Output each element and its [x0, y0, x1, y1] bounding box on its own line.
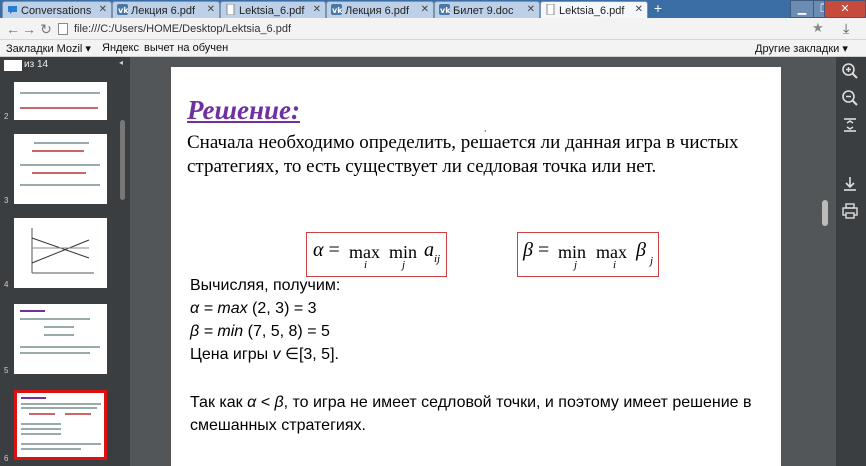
tab-lektsia[interactable]: Lektsia_6.pdf ✕ [220, 1, 326, 18]
tab-lektsia-active[interactable]: Lektsia_6.pdf ✕ [540, 1, 648, 19]
close-icon[interactable]: ✕ [313, 4, 321, 15]
page-icon [58, 23, 68, 35]
thumbnail-number: 4 [4, 280, 9, 289]
formula-lhs: α [313, 239, 324, 261]
thumbnail-page-5[interactable] [14, 304, 107, 374]
formula-sub1: j [574, 259, 578, 271]
close-icon[interactable]: ✕ [527, 4, 535, 15]
thumbnail-number: 6 [4, 454, 9, 463]
tab-bilet[interactable]: vk Билет 9.doc ✕ [434, 1, 540, 18]
tab-lecture-vk-2[interactable]: vk Лекция 6.pdf ✕ [326, 1, 434, 18]
formula-sub2: j [402, 259, 406, 271]
bookmark-vychet[interactable]: вычет на обучен [144, 42, 228, 54]
calc-alpha: α = max (2, 3) = 3 [190, 300, 317, 317]
formula-varsub: ij [434, 253, 441, 265]
formula-eq: = [537, 239, 550, 261]
forward-icon[interactable]: → [20, 20, 38, 38]
page-number-input[interactable] [4, 60, 22, 71]
fit-page-icon[interactable] [838, 116, 862, 140]
tab-label: Lektsia_6.pdf [239, 5, 305, 17]
download-icon[interactable] [838, 175, 862, 199]
bookmark-folder[interactable]: Закладки Mozil ▾ [6, 42, 91, 55]
formula-beta: β = min max β j j i [517, 232, 659, 277]
calc-intro: Вычисляя, получим: [190, 277, 341, 294]
close-icon[interactable]: ✕ [421, 4, 429, 15]
tab-label: Билет 9.doc [453, 5, 514, 17]
download-icon[interactable]: ⤓ [843, 20, 849, 37]
page-icon [225, 3, 236, 16]
thumbnail-page-2[interactable] [14, 82, 107, 120]
tab-label: Conversations [21, 5, 92, 17]
formula-op1: min [558, 242, 587, 262]
vk-icon: vk [439, 4, 451, 15]
tab-conversations[interactable]: Conversations ✕ [2, 1, 112, 18]
thumbnail-page-3[interactable] [14, 134, 107, 204]
vk-icon: vk [117, 4, 129, 15]
chat-icon [7, 4, 18, 15]
minimize-icon[interactable]: ▁ [790, 0, 814, 18]
pdf-page: Решение: , Сначала необходимо определить… [171, 67, 781, 466]
window-close-icon[interactable]: ✕ [824, 0, 866, 18]
new-tab-icon[interactable]: + [648, 1, 668, 16]
close-icon[interactable]: ✕ [635, 4, 643, 15]
browser-toolbar: ← → ↻ file:///C:/Users/HOME/Desktop/Lekt… [0, 18, 866, 40]
tab-lecture-vk[interactable]: vk Лекция 6.pdf ✕ [112, 1, 220, 18]
svg-text:vk: vk [118, 6, 128, 15]
thumbnail-page-4[interactable] [14, 218, 107, 288]
address-bar[interactable]: file:///C:/Users/HOME/Desktop/Lektsia_6.… [56, 20, 826, 38]
formula-varsub: j [650, 255, 654, 267]
url-text: file:///C:/Users/HOME/Desktop/Lektsia_6.… [74, 23, 292, 35]
calculation-block: Вычисляя, получим: α = max (2, 3) = 3 β … [190, 274, 340, 366]
page-icon [545, 3, 556, 16]
formula-var: β [636, 239, 646, 261]
zoom-out-icon[interactable] [838, 89, 862, 113]
formula-sub1: i [364, 259, 368, 271]
chart-thumbnail [31, 228, 94, 274]
slide-paragraph: Сначала необходимо определить, решается … [187, 132, 739, 177]
thumbnail-page-6-selected[interactable] [14, 390, 107, 460]
thumbnail-number: 2 [4, 112, 9, 121]
thumbnail-number: 3 [4, 196, 9, 205]
other-bookmarks[interactable]: Другие закладки ▾ [755, 42, 848, 55]
conclusion: Так как α < β, то игра не имеет седловой… [190, 394, 752, 434]
close-icon[interactable]: ✕ [99, 4, 107, 15]
tab-label: Lektsia_6.pdf [559, 5, 625, 17]
zoom-in-icon[interactable] [838, 62, 862, 86]
print-icon[interactable] [838, 202, 862, 226]
formula-eq: = [328, 239, 340, 261]
formula-alpha: α = max min a ij i j [306, 232, 447, 277]
thumbnail-sidebar: 2 3 4 5 6 [0, 74, 130, 466]
tab-label: Лекция 6.pdf [345, 5, 410, 17]
sidebar-scrollbar[interactable] [120, 120, 125, 200]
bookmark-yandex[interactable]: Яндекс [102, 42, 139, 54]
slide-heading: Решение: [187, 95, 300, 125]
star-icon[interactable]: ★ [812, 20, 824, 36]
tab-label: Лекция 6.pdf [131, 5, 196, 17]
reload-icon[interactable]: ↻ [37, 20, 55, 38]
formula-var: a [424, 239, 434, 261]
svg-text:vk: vk [332, 6, 342, 15]
formula-sub2: i [613, 259, 617, 271]
calc-beta: β = min (7, 5, 8) = 5 [190, 323, 330, 340]
page-count: из 14 [24, 59, 49, 70]
svg-text:vk: vk [440, 6, 450, 15]
vk-icon: vk [331, 4, 343, 15]
bookmarks-bar: Закладки Mozil ▾ Яндекс вычет на обучен … [0, 40, 866, 57]
collapse-sidebar-icon[interactable]: ◂ [119, 58, 123, 67]
calc-price: Цена игры v ∈[3, 5]. [190, 346, 339, 363]
close-icon[interactable]: ✕ [207, 4, 215, 15]
formula-lhs: β [523, 239, 533, 261]
thumbnail-number: 5 [4, 366, 9, 375]
main-scrollbar[interactable] [822, 200, 828, 226]
formula-op2: max [596, 242, 627, 262]
